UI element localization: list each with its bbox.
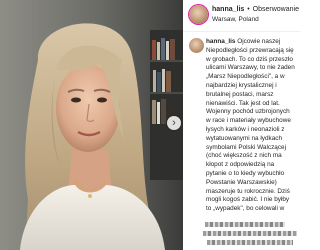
post-caption: hanna_lis Ojcowie naszej Niepodległości … (206, 38, 296, 214)
header-title-line: hanna_lis • Obserwowanie (212, 6, 299, 13)
post-video[interactable]: › (0, 0, 183, 250)
instagram-post: › hanna_lis • Obserwowanie Warsaw, Polan… (0, 0, 300, 250)
blurred-line (207, 240, 293, 245)
post-side-panel: hanna_lis • Obserwowanie Warsaw, Poland … (183, 0, 300, 250)
caption-avatar[interactable] (189, 38, 204, 53)
following-button[interactable]: Obserwowanie (253, 6, 299, 13)
next-media-button[interactable]: › (167, 116, 181, 130)
blurred-line (203, 231, 297, 236)
woman-portrait-image (0, 0, 183, 250)
separator-dot: • (247, 6, 250, 13)
avatar[interactable] (189, 5, 208, 24)
chevron-right-icon: › (172, 117, 176, 129)
username-link[interactable]: hanna_lis (212, 6, 244, 13)
caption-text: Ojcowie naszej Niepodległości przewracaj… (206, 38, 295, 213)
post-header: hanna_lis • Obserwowanie Warsaw, Poland (183, 0, 300, 32)
location-link[interactable]: Warsaw, Poland (212, 16, 259, 23)
blurred-comment-area (203, 216, 300, 250)
caption-username[interactable]: hanna_lis (206, 38, 235, 45)
blurred-line (205, 222, 285, 227)
